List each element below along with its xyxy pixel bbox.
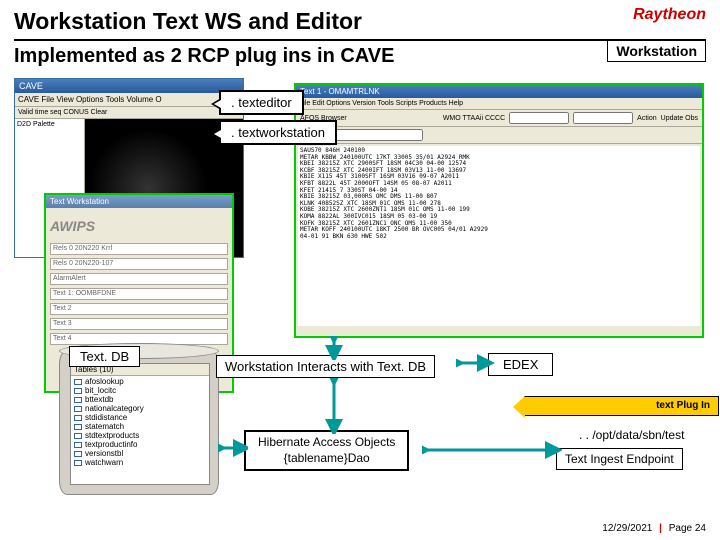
table-row: bit_locitc	[72, 386, 208, 395]
table-name: statematch	[85, 422, 124, 431]
wmo-input-2[interactable]	[573, 112, 633, 124]
hibernate-access-box: Hibernate Access Objects {tablename}Dao	[244, 430, 409, 471]
tw-field: Text 2	[50, 303, 228, 315]
brand-logo: Raytheon	[633, 6, 706, 24]
cave-toolbar: Valid time seq CONUS Clear	[15, 107, 243, 119]
wmo-label: WMO TTAAii CCCC	[443, 115, 505, 122]
table-row: afoslookup	[72, 377, 208, 386]
textworkstation-callout-label: . textworkstation	[231, 125, 325, 140]
table-icon	[74, 424, 82, 430]
text-plugin-label: text Plug In	[656, 400, 710, 411]
text-plugin-bar: text Plug In	[524, 396, 719, 416]
table-icon	[74, 397, 82, 403]
edex-box: EDEX	[488, 353, 553, 376]
cave-titlebar: CAVE	[15, 79, 243, 93]
footer-date: 12/29/2021	[602, 523, 652, 534]
textworkstation-callout: . textworkstation	[219, 120, 337, 145]
text-editor-window: Text 1 - OMAMTRLNK File Edit Options Ver…	[294, 83, 704, 338]
table-row: nationalcategory	[72, 404, 208, 413]
tw-field: Rels 0 20N220 Krrl	[50, 243, 228, 255]
footer: 12/29/2021 | Page 24	[602, 523, 706, 534]
table-row: bttextdb	[72, 395, 208, 404]
table-row: watchwarn	[72, 458, 208, 467]
table-row: stdidistance	[72, 413, 208, 422]
update-obs-label: Update Obs	[661, 115, 698, 122]
subtitle: Implemented as 2 RCP plug ins in CAVE	[14, 45, 706, 68]
table-row: versionstbl	[72, 449, 208, 458]
editor-toolbar-row1: AFOS Browser WMO TTAAii CCCC Action Upda…	[296, 110, 702, 127]
ingest-path: . . /opt/data/sbn/test	[579, 428, 684, 442]
ingest-endpoint-box: Text Ingest Endpoint	[556, 448, 683, 470]
cave-menubar: CAVE File View Options Tools Volume O	[15, 93, 243, 107]
tw-titlebar: Text Workstation	[46, 195, 232, 208]
texteditor-callout: . texteditor	[219, 90, 304, 115]
workstation-interacts-box: Workstation Interacts with Text. DB	[216, 355, 435, 378]
action-label: Action	[637, 115, 656, 122]
workstation-label: Workstation	[607, 40, 706, 62]
table-name: bit_locitc	[85, 386, 116, 395]
table-icon	[74, 442, 82, 448]
table-name: watchwarn	[85, 458, 123, 467]
arrow-interact-to-hao	[314, 378, 354, 434]
db-table-list-window: Tables (10) afoslookup bit_locitc bttext…	[70, 363, 210, 485]
hao-line1: Hibernate Access Objects	[258, 435, 395, 451]
page-title: Workstation Text WS and Editor	[14, 8, 706, 41]
textdb-label: Text. DB	[69, 346, 140, 367]
table-name: bttextdb	[85, 395, 113, 404]
table-icon	[74, 451, 82, 457]
table-icon	[74, 379, 82, 385]
table-row: stdtextproducts	[72, 431, 208, 440]
editor-titlebar: Text 1 - OMAMTRLNK	[296, 85, 702, 98]
table-icon	[74, 406, 82, 412]
table-name: stdidistance	[85, 413, 127, 422]
editor-menubar: File Edit Options Version Tools Scripts …	[296, 98, 702, 110]
tw-field: Text 1: OOMBFDNE	[50, 288, 228, 300]
textdb-cylinder: Tables (10) afoslookup bit_locitc bttext…	[59, 350, 219, 495]
hao-line2: {tablename}Dao	[258, 451, 395, 467]
wmo-input-1[interactable]	[509, 112, 569, 124]
tw-field: Text 3	[50, 318, 228, 330]
table-icon	[74, 415, 82, 421]
awipsid-input[interactable]	[333, 129, 423, 141]
texteditor-callout-label: . texteditor	[231, 95, 292, 110]
arrow-hao-to-endpoint	[422, 435, 562, 465]
table-name: textproductinfo	[85, 440, 137, 449]
table-icon	[74, 433, 82, 439]
diagram-canvas: CAVE CAVE File View Options Tools Volume…	[14, 78, 706, 476]
footer-separator: |	[655, 523, 666, 534]
table-name: afoslookup	[85, 377, 124, 386]
awips-logo: AWIPS	[50, 212, 228, 240]
table-icon	[74, 388, 82, 394]
tw-field: AlarmAlert	[50, 273, 228, 285]
editor-toolbar-row2: AWIPSID	[296, 127, 702, 144]
table-name: versionstbl	[85, 449, 123, 458]
tw-field: Rels 0 20N220-107	[50, 258, 228, 270]
footer-page: Page 24	[669, 523, 706, 534]
table-icon	[74, 460, 82, 466]
table-row: textproductinfo	[72, 440, 208, 449]
editor-text-area: SAUS70 846H 240100 METAR KBBW 240100UTC …	[298, 146, 700, 326]
table-row: statematch	[72, 422, 208, 431]
table-name: stdtextproducts	[85, 431, 139, 440]
table-name: nationalcategory	[85, 404, 144, 413]
